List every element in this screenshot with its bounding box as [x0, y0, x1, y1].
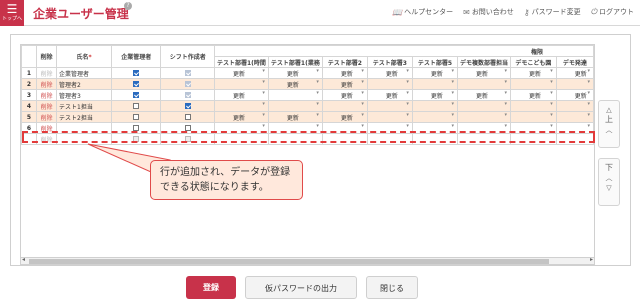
close-button[interactable]: 閉じる — [366, 276, 418, 299]
callout-pointer — [87, 143, 171, 177]
footer-actions: 登録 仮パスワードの出力 閉じる — [0, 274, 640, 308]
temp-password-button[interactable]: 仮パスワードの出力 — [245, 276, 357, 299]
register-button[interactable]: 登録 — [186, 276, 236, 299]
callout-box: 行が追加され、データが登録できる状態になります。 — [150, 160, 303, 200]
